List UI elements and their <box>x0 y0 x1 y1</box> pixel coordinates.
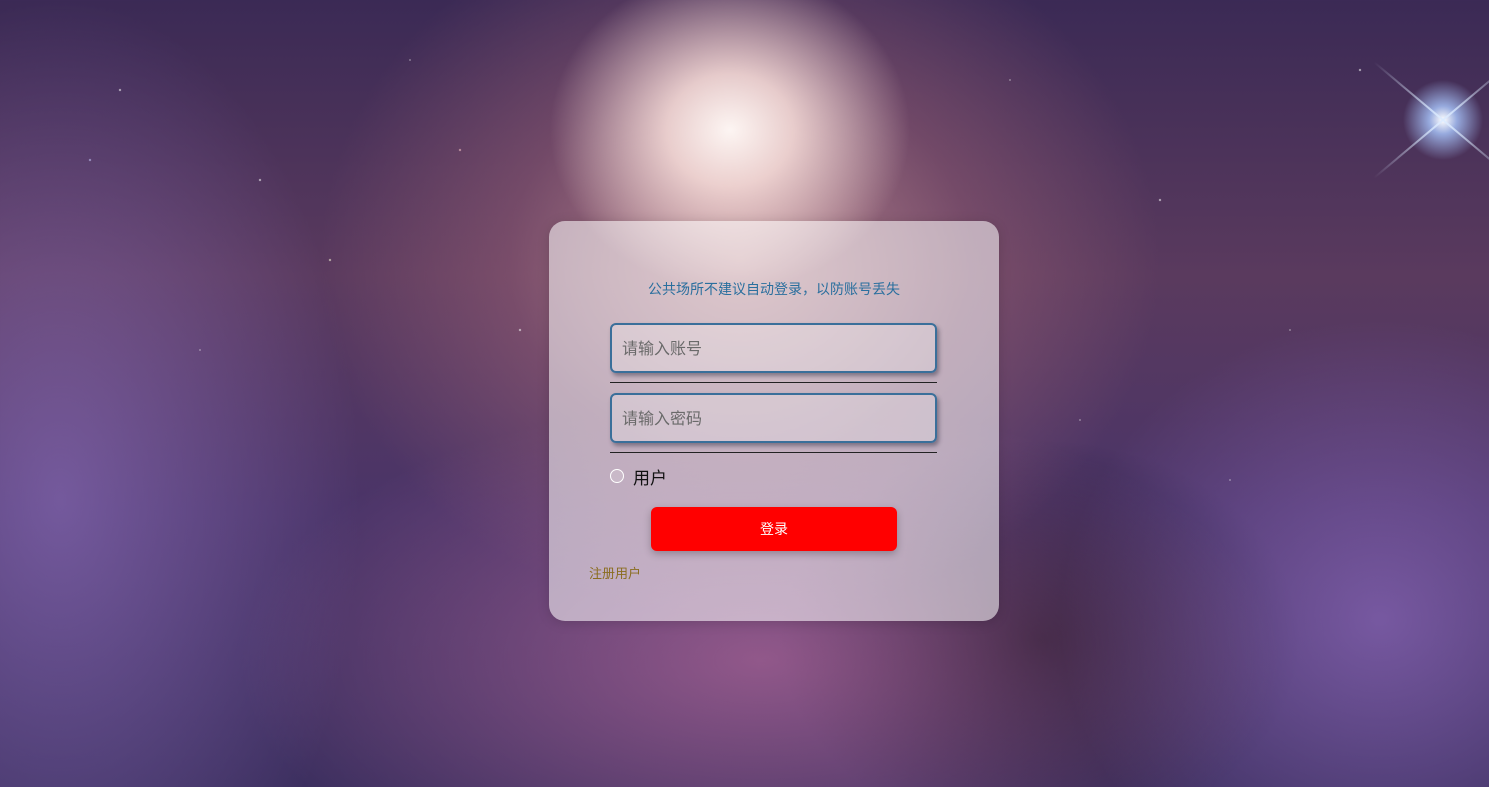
login-notice: 公共场所不建议自动登录，以防账号丢失 <box>648 282 900 298</box>
account-divider <box>610 382 937 383</box>
login-button[interactable]: 登录 <box>651 507 897 551</box>
role-option-user[interactable]: 用户 <box>610 466 667 489</box>
account-input[interactable] <box>610 323 937 373</box>
register-link[interactable]: 注册用户 <box>589 563 641 582</box>
login-card: 公共场所不建议自动登录，以防账号丢失 用户 登录 注册用户 <box>549 221 999 621</box>
role-radio[interactable] <box>610 469 624 483</box>
password-divider <box>610 452 937 453</box>
password-input[interactable] <box>610 393 937 443</box>
role-label: 用户 <box>633 468 667 489</box>
